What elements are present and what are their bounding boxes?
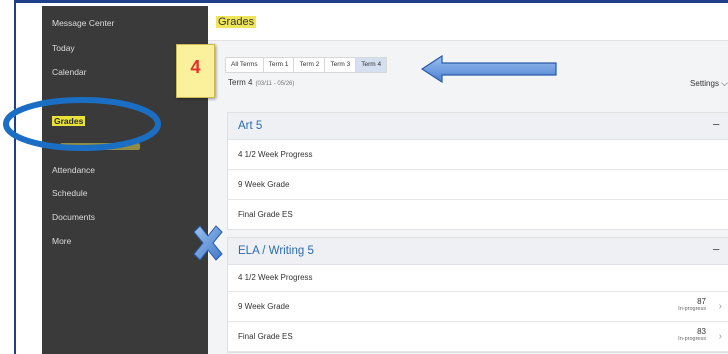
- grade-score: 83: [697, 327, 706, 336]
- step-number: 4: [190, 57, 201, 77]
- grade-row[interactable]: 4 1/2 Week Progress: [228, 140, 728, 170]
- grade-period-label: Final Grade ES: [238, 210, 293, 219]
- current-term: Term 4 (03/11 - 05/26): [228, 78, 294, 87]
- grade-period-label: 4 1/2 Week Progress: [238, 150, 313, 159]
- highlight-circle-icon: [3, 97, 161, 151]
- chevron-right-icon[interactable]: ›: [719, 301, 722, 312]
- term-tabs: All Terms Term 1 Term 2 Term 3 Term 4: [225, 57, 388, 73]
- collapse-icon[interactable]: −: [712, 242, 720, 257]
- sidebar-item-schedule[interactable]: Schedule: [52, 188, 87, 198]
- course-title[interactable]: ELA / Writing 5: [238, 245, 314, 257]
- collapse-icon[interactable]: −: [712, 117, 720, 132]
- annotation-frame-left: [14, 0, 16, 354]
- grade-row[interactable]: 9 Week Grade: [228, 170, 728, 200]
- grade-row[interactable]: 4 1/2 Week Progress: [228, 265, 728, 292]
- sidebar-item-more[interactable]: More: [52, 236, 71, 246]
- tab-term-1[interactable]: Term 1: [264, 58, 295, 72]
- grade-period-label: Final Grade ES: [238, 332, 293, 341]
- grade-row[interactable]: Final Grade ES 83 In-progress ›: [228, 322, 728, 352]
- settings-dropdown[interactable]: Settings ⌵: [690, 78, 728, 89]
- chevron-right-icon[interactable]: ›: [719, 331, 722, 342]
- grade-period-label: 9 Week Grade: [238, 302, 290, 311]
- tab-term-2[interactable]: Term 2: [294, 58, 326, 72]
- grade-score: 87: [697, 297, 706, 306]
- page-title-text: Grades: [216, 16, 257, 28]
- course-card-art-5: Art 5 − 4 1/2 Week Progress 9 Week Grade…: [227, 112, 728, 230]
- grade-status: In-progress: [678, 306, 706, 312]
- tab-all-terms[interactable]: All Terms: [226, 58, 264, 72]
- sidebar-item-calendar[interactable]: Calendar: [52, 67, 87, 77]
- current-term-label: Term 4: [228, 78, 253, 87]
- settings-label: Settings: [690, 79, 719, 88]
- sidebar-item-documents[interactable]: Documents: [52, 212, 95, 222]
- grade-value: 83 In-progress: [678, 327, 706, 342]
- chevron-down-icon: ⌵: [721, 78, 728, 88]
- annotation-frame-top: [14, 0, 728, 3]
- grade-period-label: 9 Week Grade: [238, 180, 290, 189]
- grade-period-label: 4 1/2 Week Progress: [238, 273, 313, 282]
- page-title: Grades: [216, 16, 257, 28]
- course-header[interactable]: Art 5 −: [228, 113, 728, 140]
- current-term-dates: (03/11 - 05/26): [255, 81, 295, 87]
- course-card-ela-writing-5: ELA / Writing 5 − 4 1/2 Week Progress 9 …: [227, 237, 728, 353]
- sidebar-item-message-center[interactable]: Message Center: [52, 18, 114, 28]
- grade-value: 87 In-progress: [678, 297, 706, 312]
- step-number-badge: 4: [176, 44, 215, 98]
- x-mark-icon: [193, 225, 223, 261]
- course-title[interactable]: Art 5: [238, 120, 262, 132]
- sidebar-item-today[interactable]: Today: [52, 43, 75, 53]
- grade-status: In-progress: [678, 336, 706, 342]
- course-header[interactable]: ELA / Writing 5 −: [228, 238, 728, 265]
- title-bar: Grades: [208, 6, 728, 41]
- grade-row[interactable]: 9 Week Grade 87 In-progress ›: [228, 292, 728, 322]
- tab-term-3[interactable]: Term 3: [325, 58, 357, 72]
- left-arrow-icon: [420, 54, 557, 84]
- sidebar-item-attendance[interactable]: Attendance: [52, 165, 95, 175]
- grade-row[interactable]: Final Grade ES: [228, 200, 728, 229]
- tab-term-4[interactable]: Term 4: [356, 58, 387, 72]
